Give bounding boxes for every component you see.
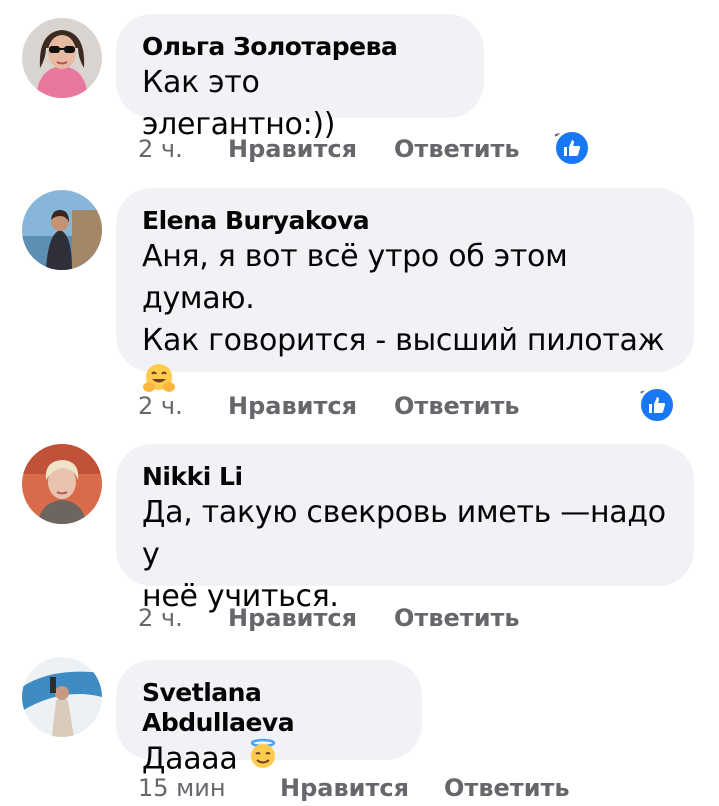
comment-time[interactable]: 15 мин	[138, 774, 226, 802]
comment-text-line: Как говорится - высший пилотаж	[142, 323, 665, 358]
comment-author[interactable]: Elena Buryakova	[142, 206, 666, 236]
comment-text: Как это элегантно:))	[142, 65, 336, 142]
like-button[interactable]: Нравится	[228, 604, 357, 632]
comment-text-line: Аня, я вот всё утро об этом думаю.	[142, 239, 568, 316]
comment-bubble: Ольга Золотарева Как это элегантно:))	[116, 14, 484, 142]
reply-button[interactable]: Ответить	[394, 135, 520, 163]
comment-bubble: Nikki Li Да, такую свекровь иметь —надо …	[116, 444, 694, 614]
thumbs-up-icon	[553, 129, 591, 167]
comment-author[interactable]: Nikki Li	[142, 462, 666, 492]
like-button[interactable]: Нравится	[280, 774, 409, 802]
comment-bubble: Svetlana Abdullaeva Дaaaa	[116, 660, 422, 777]
comment-text: Дaaaa	[142, 741, 238, 777]
avatar-olga[interactable]	[22, 18, 102, 98]
reply-button[interactable]: Ответить	[394, 392, 520, 420]
avatar-nikki[interactable]	[22, 444, 102, 524]
comment-time[interactable]: 2 ч.	[138, 604, 183, 632]
reply-button[interactable]: Ответить	[394, 604, 520, 632]
comment-text-line: Да, такую свекровь иметь —надо у	[142, 495, 666, 572]
comment-bubble: Elena Buryakova Аня, я вот всё утро об э…	[116, 188, 694, 392]
smiling-face-with-halo-emoji	[247, 738, 279, 782]
thumbs-up-icon	[638, 386, 676, 424]
comment-author[interactable]: Svetlana Abdullaeva	[142, 678, 394, 738]
avatar-elena[interactable]	[22, 190, 102, 270]
like-button[interactable]: Нравится	[228, 392, 357, 420]
comment-author[interactable]: Ольга Золотарева	[142, 32, 456, 62]
avatar-svetlana[interactable]	[22, 657, 102, 737]
comment-time[interactable]: 2 ч.	[138, 392, 183, 420]
comment-time[interactable]: 2 ч.	[138, 135, 183, 163]
like-button[interactable]: Нравится	[228, 135, 357, 163]
reply-button[interactable]: Ответить	[444, 774, 570, 802]
